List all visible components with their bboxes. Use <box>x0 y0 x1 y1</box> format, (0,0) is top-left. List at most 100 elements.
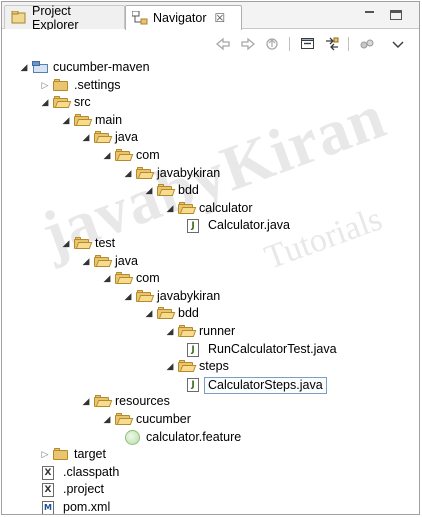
tree-item[interactable]: Mpom.xml <box>2 499 419 514</box>
tree-item-label: resources <box>115 394 170 408</box>
tree-item-label: java <box>115 254 138 268</box>
tree-item-label: .project <box>63 482 104 496</box>
tree-item[interactable]: J CalculatorSteps.java <box>2 376 419 394</box>
tab-navigator[interactable]: Navigator ☒ <box>125 5 242 30</box>
back-icon[interactable] <box>215 37 231 51</box>
tree-item[interactable]: ◢ src <box>2 94 419 111</box>
tree-item[interactable]: ▷ target <box>2 446 419 463</box>
open-folder-icon <box>136 167 155 179</box>
expanded-arrow-icon[interactable]: ◢ <box>102 150 112 160</box>
maximize-icon[interactable] <box>390 10 402 20</box>
open-folder-icon <box>115 413 134 425</box>
expanded-arrow-icon[interactable]: ◢ <box>61 115 71 125</box>
tree-item[interactable]: ◢ bdd <box>2 182 419 199</box>
tree-item-label: CalculatorSteps.java <box>204 377 327 394</box>
tree-item[interactable]: ◢ cucumber-maven <box>2 59 419 76</box>
open-folder-icon <box>94 395 113 407</box>
maven-project-icon <box>32 61 49 74</box>
java-file-icon: J <box>187 378 199 392</box>
tree-item[interactable]: ◢ javabykiran <box>2 165 419 182</box>
open-folder-icon <box>115 149 134 161</box>
expanded-arrow-icon[interactable]: ◢ <box>144 308 154 318</box>
tree-item[interactable]: ◢ javabykiran <box>2 288 419 305</box>
tree-item[interactable]: ◢ main <box>2 112 419 129</box>
collapsed-arrow-icon[interactable]: ▷ <box>40 80 50 90</box>
java-file-icon: J <box>187 343 199 357</box>
view-menu-icon[interactable] <box>390 37 406 51</box>
tab-project-explorer-label: Project Explorer <box>32 3 79 32</box>
view-tab-bar: Project Explorer Navigator ☒ <box>2 2 419 32</box>
tree-item[interactable]: ◢ com <box>2 270 419 287</box>
tree-item-label: src <box>74 95 91 109</box>
tree-item-label: cucumber <box>136 412 191 426</box>
toolbar-separator <box>289 37 290 51</box>
tree-item[interactable]: ◢ cucumber <box>2 411 419 428</box>
open-folder-icon <box>157 184 176 196</box>
maven-pom-icon: M <box>42 501 54 514</box>
expanded-arrow-icon[interactable]: ◢ <box>19 62 29 72</box>
tree-item-label: javabykiran <box>157 289 221 303</box>
tab-project-explorer[interactable]: Project Explorer <box>4 3 125 32</box>
navigator-icon <box>131 10 148 25</box>
options-icon[interactable] <box>359 37 375 51</box>
forward-icon[interactable] <box>240 37 256 51</box>
expanded-arrow-icon[interactable]: ◢ <box>102 414 112 424</box>
tree-item[interactable]: ◢ bdd <box>2 305 419 322</box>
expanded-arrow-icon[interactable]: ◢ <box>165 326 175 336</box>
tree-item[interactable]: X .project <box>2 481 419 498</box>
link-with-editor-icon[interactable] <box>324 37 340 51</box>
tree-item[interactable]: X .classpath <box>2 464 419 481</box>
folder-icon <box>53 448 70 460</box>
minimize-icon[interactable] <box>364 10 376 20</box>
expanded-arrow-icon[interactable]: ◢ <box>144 185 154 195</box>
navigator-view: Project Explorer Navigator ☒ javabyKiran… <box>1 1 420 515</box>
tree-item-label: runner <box>199 324 236 338</box>
expanded-arrow-icon[interactable]: ◢ <box>81 396 91 406</box>
tree-item[interactable]: ◢ java <box>2 253 419 270</box>
tree-item-label: main <box>95 113 123 127</box>
tree-item[interactable]: ◢ com <box>2 147 419 164</box>
tree-item-label: com <box>136 271 160 285</box>
expanded-arrow-icon[interactable]: ◢ <box>123 291 133 301</box>
open-folder-icon <box>115 272 134 284</box>
tree-item-label: bdd <box>178 306 199 320</box>
tree-item[interactable]: ◢ resources <box>2 393 419 410</box>
expanded-arrow-icon[interactable]: ◢ <box>81 132 91 142</box>
tree-item-label: steps <box>199 359 229 373</box>
open-folder-icon <box>94 255 113 267</box>
tab-navigator-label: Navigator <box>153 11 207 25</box>
tree-item-label: cucumber-maven <box>53 60 150 74</box>
tree-item[interactable]: ▷ .settings <box>2 77 419 94</box>
collapse-all-icon[interactable] <box>300 37 316 51</box>
open-folder-icon <box>178 325 197 337</box>
up-icon[interactable] <box>264 37 280 51</box>
expanded-arrow-icon[interactable]: ◢ <box>102 273 112 283</box>
folder-icon <box>53 79 70 91</box>
tree-item[interactable]: ◢ runner <box>2 323 419 340</box>
expanded-arrow-icon[interactable]: ◢ <box>81 256 91 266</box>
cucumber-feature-icon <box>125 430 140 445</box>
open-folder-icon <box>157 307 176 319</box>
expanded-arrow-icon[interactable]: ◢ <box>123 168 133 178</box>
tree-item-label: javabykiran <box>157 166 221 180</box>
collapsed-arrow-icon[interactable]: ▷ <box>40 449 50 459</box>
tree-item[interactable]: J RunCalculatorTest.java <box>2 341 419 358</box>
tree-item[interactable]: J Calculator.java <box>2 217 419 234</box>
tree-item[interactable]: calculator.feature <box>2 429 419 446</box>
view-toolbar <box>2 30 419 58</box>
close-icon[interactable]: ☒ <box>215 11 226 25</box>
expanded-arrow-icon[interactable]: ◢ <box>40 97 50 107</box>
expanded-arrow-icon[interactable]: ◢ <box>165 361 175 371</box>
open-folder-icon <box>74 114 93 126</box>
tree-item-label: calculator <box>199 201 253 215</box>
expanded-arrow-icon[interactable]: ◢ <box>61 238 71 248</box>
tree-item[interactable]: ◢ java <box>2 129 419 146</box>
tree-item-label: .classpath <box>63 465 120 479</box>
expanded-arrow-icon[interactable]: ◢ <box>165 203 175 213</box>
open-folder-icon <box>136 290 155 302</box>
tree-item[interactable]: ◢ steps <box>2 358 419 375</box>
toolbar-separator <box>348 37 349 51</box>
tree-item[interactable]: ◢ test <box>2 235 419 252</box>
tree-item-label: java <box>115 130 138 144</box>
tree-item[interactable]: ◢ calculator <box>2 200 419 217</box>
